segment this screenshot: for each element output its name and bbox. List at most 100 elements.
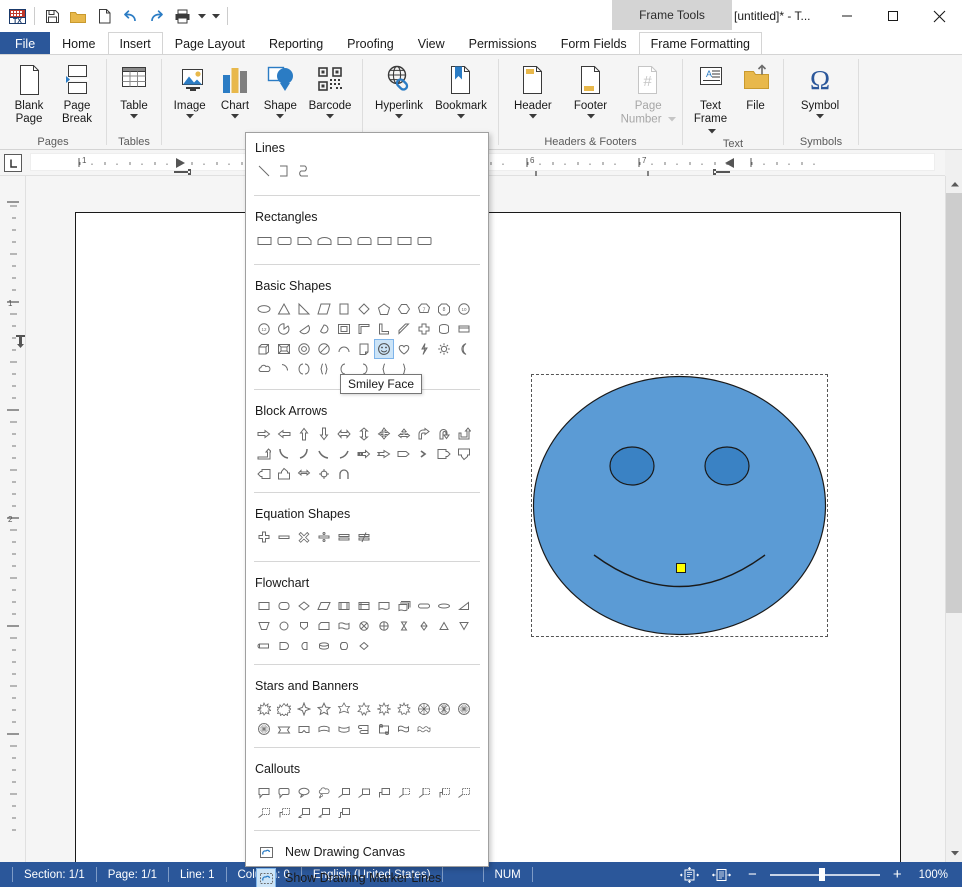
shape-star-16-icon[interactable] bbox=[434, 699, 454, 719]
shape-line-icon[interactable] bbox=[254, 161, 274, 181]
flowchart-predefined-process-icon[interactable] bbox=[334, 596, 354, 616]
scroll-down-arrow-icon[interactable] bbox=[946, 845, 962, 862]
shape-parallelogram-icon[interactable] bbox=[314, 299, 334, 319]
tab-view[interactable]: View bbox=[406, 32, 457, 54]
barcode-dropdown-caret-icon[interactable] bbox=[326, 113, 334, 119]
blank-page-button[interactable]: Blank Page bbox=[5, 59, 53, 125]
shape-adjustment-handle[interactable] bbox=[676, 563, 686, 573]
callout-oval-icon[interactable] bbox=[294, 782, 314, 802]
shape-curved-right-arrow-icon[interactable] bbox=[274, 444, 294, 464]
shape-folded-corner-icon[interactable] bbox=[354, 339, 374, 359]
tab-file[interactable]: File bbox=[0, 32, 51, 54]
shape-can-icon[interactable] bbox=[434, 319, 454, 339]
shape-trapezoid-icon[interactable] bbox=[334, 299, 354, 319]
shape-explosion-2-icon[interactable] bbox=[274, 699, 294, 719]
shape-grid-rectangles[interactable] bbox=[254, 230, 480, 258]
text-frame-button[interactable]: A Text Frame bbox=[688, 59, 733, 138]
shape-down-arrow-callout-icon[interactable] bbox=[454, 444, 474, 464]
shape-chord-icon[interactable] bbox=[294, 319, 314, 339]
shape-lightning-bolt-icon[interactable] bbox=[414, 339, 434, 359]
shape-grid-equation-shapes[interactable] bbox=[254, 527, 480, 555]
undo-icon[interactable] bbox=[117, 3, 143, 29]
page-break-button[interactable]: Page Break bbox=[53, 59, 101, 125]
footer-dropdown-caret-icon[interactable] bbox=[586, 113, 595, 119]
shape-horizontal-scroll-icon[interactable] bbox=[374, 719, 394, 739]
tab-home[interactable]: Home bbox=[50, 32, 107, 54]
shape-heptagon-icon[interactable]: 7 bbox=[414, 299, 434, 319]
shape-round-same-side-corner-rectangle-icon[interactable] bbox=[354, 230, 374, 250]
shape-block-arc-icon[interactable] bbox=[274, 359, 294, 379]
shape-round-single-corner-rectangle-icon[interactable] bbox=[334, 230, 354, 250]
shape-double-brace-icon[interactable] bbox=[314, 359, 334, 379]
flowchart-alternate-process-icon[interactable] bbox=[274, 596, 294, 616]
flowchart-sort-icon[interactable] bbox=[414, 616, 434, 636]
hyperlink-button[interactable]: Hyperlink bbox=[368, 59, 430, 119]
image-button[interactable]: Image bbox=[167, 59, 212, 119]
callout-rounded-rectangular-icon[interactable] bbox=[274, 782, 294, 802]
shape-bevel-icon[interactable] bbox=[274, 339, 294, 359]
zoom-percent-label[interactable]: 100% bbox=[908, 866, 962, 883]
flowchart-punched-tape-icon[interactable] bbox=[334, 616, 354, 636]
shape-up-ribbon-icon[interactable] bbox=[274, 719, 294, 739]
header-button[interactable]: Header bbox=[504, 59, 562, 119]
shape-selection-frame[interactable] bbox=[531, 374, 828, 637]
tab-reporting[interactable]: Reporting bbox=[257, 32, 335, 54]
tab-stop-selector[interactable] bbox=[4, 154, 22, 172]
shape-star-10-icon[interactable] bbox=[394, 699, 414, 719]
scroll-up-arrow-icon[interactable] bbox=[946, 176, 962, 193]
callout-line-callout-bar-1-icon[interactable] bbox=[294, 802, 314, 822]
shape-pentagon-arrow-icon[interactable] bbox=[394, 444, 414, 464]
shape-right-arrow-callout-icon[interactable] bbox=[434, 444, 454, 464]
chart-button[interactable]: Chart bbox=[212, 59, 257, 119]
shape-wave-icon[interactable] bbox=[394, 719, 414, 739]
customize-toolbar-icon[interactable] bbox=[209, 3, 223, 29]
zoom-slider[interactable] bbox=[769, 866, 880, 883]
flowchart-preparation-icon[interactable] bbox=[434, 596, 454, 616]
shape-smiley-face-icon[interactable] bbox=[374, 339, 394, 359]
zoom-out-button[interactable]: − bbox=[742, 866, 763, 883]
bookmark-button[interactable]: Bookmark bbox=[430, 59, 492, 119]
flowchart-delay-icon[interactable] bbox=[274, 636, 294, 656]
new-drawing-canvas-menu-item[interactable]: New Drawing Canvas bbox=[246, 839, 488, 865]
shape-star-6-icon[interactable] bbox=[334, 699, 354, 719]
callout-line-no-border-3-icon[interactable] bbox=[274, 802, 294, 822]
flowchart-offpage-connector-icon[interactable] bbox=[294, 616, 314, 636]
shape-grid-callouts[interactable] bbox=[254, 782, 480, 822]
chart-dropdown-caret-icon[interactable] bbox=[230, 113, 239, 119]
shape-rectangle-icon[interactable] bbox=[254, 230, 274, 250]
shape-bent-up-arrow-icon[interactable] bbox=[254, 444, 274, 464]
flowchart-extract-icon[interactable] bbox=[434, 616, 454, 636]
flowchart-stored-data-icon[interactable] bbox=[254, 636, 274, 656]
shape-divide-icon[interactable] bbox=[314, 527, 334, 547]
shape-curved-up-ribbon-icon[interactable] bbox=[314, 719, 334, 739]
shape-sun-icon[interactable] bbox=[434, 339, 454, 359]
shape-grid-lines[interactable] bbox=[254, 161, 480, 189]
header-dropdown-caret-icon[interactable] bbox=[528, 113, 537, 119]
fit-width-icon[interactable] bbox=[710, 866, 742, 883]
zoom-slider-knob[interactable] bbox=[818, 868, 825, 881]
callout-line-accent-2-icon[interactable] bbox=[414, 782, 434, 802]
tab-frame-formatting[interactable]: Frame Formatting bbox=[638, 32, 763, 54]
flowchart-sequential-access-storage-icon[interactable] bbox=[354, 636, 374, 656]
flowchart-document-icon[interactable] bbox=[374, 596, 394, 616]
save-icon[interactable] bbox=[39, 3, 65, 29]
tab-permissions[interactable]: Permissions bbox=[457, 32, 549, 54]
shape-hexagon-icon[interactable] bbox=[394, 299, 414, 319]
callout-line-accent-1-icon[interactable] bbox=[394, 782, 414, 802]
shape-decagon-icon[interactable]: 10 bbox=[454, 299, 474, 319]
zoom-in-button[interactable]: + bbox=[887, 866, 908, 883]
shape-circular-arrow-icon[interactable] bbox=[314, 464, 334, 484]
minimize-icon[interactable] bbox=[824, 0, 870, 32]
shape-moon-icon[interactable] bbox=[454, 339, 474, 359]
tab-insert[interactable]: Insert bbox=[107, 32, 163, 54]
close-icon[interactable] bbox=[916, 0, 962, 32]
status-section[interactable]: Section: 1/1 bbox=[13, 866, 96, 883]
shape-star-32-icon[interactable] bbox=[254, 719, 274, 739]
shape-grid-flowchart[interactable] bbox=[254, 596, 480, 656]
flowchart-manual-operation-icon[interactable] bbox=[254, 616, 274, 636]
shape-round-top-rectangle-icon[interactable] bbox=[314, 230, 334, 250]
new-document-icon[interactable] bbox=[91, 3, 117, 29]
flowchart-internal-storage-icon[interactable] bbox=[354, 596, 374, 616]
shape-right-triangle-icon[interactable] bbox=[294, 299, 314, 319]
shape-cube-flat-icon[interactable] bbox=[454, 319, 474, 339]
